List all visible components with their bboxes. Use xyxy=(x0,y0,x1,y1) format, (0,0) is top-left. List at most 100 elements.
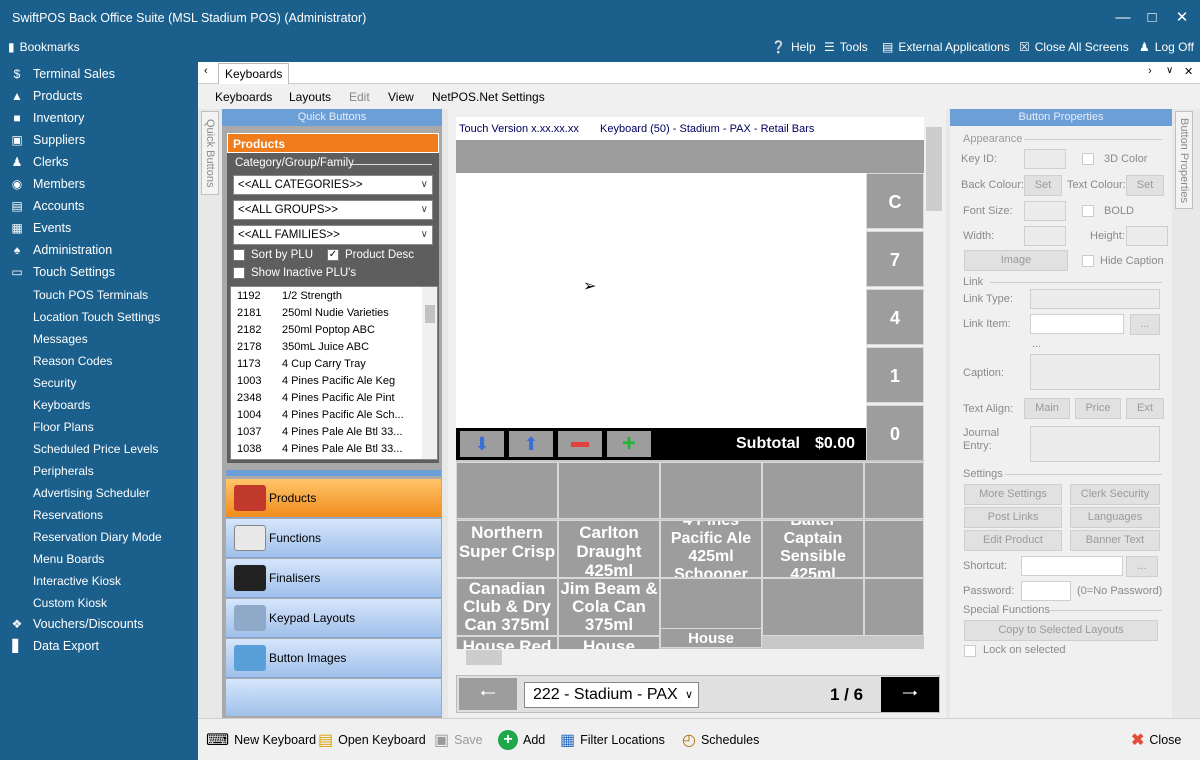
grid-key[interactable]: Jim Beam & Cola Can 375ml xyxy=(558,578,660,636)
nav-keypad-layouts[interactable]: Keypad Layouts xyxy=(226,599,441,638)
grid-key[interactable] xyxy=(558,462,660,519)
list-item[interactable]: 1003 4 Pines Pacific Ale Keg xyxy=(237,375,395,387)
sidebar-item-events[interactable]: ▦ Events xyxy=(10,221,71,235)
grid-key[interactable]: House xyxy=(558,636,660,649)
sidebar-sub-custom-kiosk[interactable]: Custom Kiosk xyxy=(33,596,107,610)
product-list[interactable]: 1192 1/2 Strength 2181 250ml Nudie Varieti… xyxy=(230,286,438,460)
list-item[interactable]: 1192 1/2 Strength xyxy=(237,290,342,302)
family-select[interactable]: <<ALL FAMILIES>> ∨ xyxy=(233,225,433,245)
menu-view[interactable]: View xyxy=(388,90,414,104)
sidebar-sub-menu-boards[interactable]: Menu Boards xyxy=(33,552,104,566)
arrow-down-icon[interactable]: ⬇ xyxy=(460,431,504,457)
tools-button[interactable]: ☰ Tools xyxy=(824,40,868,54)
font-size-select[interactable] xyxy=(1024,201,1066,221)
grid-key[interactable] xyxy=(864,520,924,578)
sidebar-sub-reason-codes[interactable]: Reason Codes xyxy=(33,354,112,368)
sidebar-item-products[interactable]: ▲ Products xyxy=(10,89,82,103)
link-item-input[interactable] xyxy=(1030,314,1124,334)
sidebar-sub-floor-plans[interactable]: Floor Plans xyxy=(33,420,94,434)
grid-key[interactable] xyxy=(864,578,924,636)
button-properties-vtab[interactable]: Button Properties xyxy=(1175,111,1193,209)
banner-text-button[interactable]: Banner Text xyxy=(1070,530,1160,551)
tab-keyboards[interactable]: Keyboards xyxy=(218,63,290,84)
journal-entry-input[interactable] xyxy=(1030,426,1160,462)
sidebar-item-terminal-sales[interactable]: $ Terminal Sales xyxy=(10,67,115,81)
open-keyboard-button[interactable]: ▤ Open Keyboard xyxy=(318,730,426,750)
shortcut-browse-button[interactable]: ... xyxy=(1126,556,1158,577)
sidebar-sub-reservation-diary-mode[interactable]: Reservation Diary Mode xyxy=(33,530,162,544)
grid-key[interactable]: House Red xyxy=(456,636,558,649)
sidebar-item-data-export[interactable]: ▋ Data Export xyxy=(10,639,99,653)
align-ext-button[interactable]: Ext xyxy=(1126,398,1164,419)
close-all-screens-button[interactable]: ☒ Close All Screens xyxy=(1019,40,1129,54)
schedules-button[interactable]: ◴ Schedules xyxy=(682,730,759,750)
arrow-up-icon[interactable]: ⬆ xyxy=(509,431,553,457)
splitter-handle[interactable] xyxy=(226,470,441,476)
vertical-scrollbar[interactable] xyxy=(926,117,942,649)
key-0[interactable]: 0 xyxy=(866,405,924,461)
tab-scroll-left-icon[interactable]: ‹ xyxy=(204,65,208,77)
plus-icon[interactable]: + xyxy=(607,431,651,457)
copy-to-selected-layouts-button[interactable]: Copy to Selected Layouts xyxy=(964,620,1158,641)
close-button[interactable]: ✖ Close xyxy=(1131,730,1181,750)
sidebar-sub-reservations[interactable]: Reservations xyxy=(33,508,103,522)
grid-key[interactable]: Northern Super Crisp xyxy=(456,520,558,578)
nav-functions[interactable]: Functions xyxy=(226,519,441,558)
menu-layouts[interactable]: Layouts xyxy=(289,90,331,104)
key-id-input[interactable] xyxy=(1024,149,1066,169)
menu-edit[interactable]: Edit xyxy=(349,90,370,104)
tab-close-icon[interactable]: ✕ xyxy=(1184,65,1193,78)
grid-key[interactable] xyxy=(660,462,762,519)
sidebar-sub-location-touch-settings[interactable]: Location Touch Settings xyxy=(33,310,160,324)
sidebar-sub-messages[interactable]: Messages xyxy=(33,332,88,346)
clerk-security-button[interactable]: Clerk Security xyxy=(1070,484,1160,505)
grid-key[interactable]: 4 Pines Pacific Ale 425ml Schooner xyxy=(660,520,762,578)
sidebar-sub-interactive-kiosk[interactable]: Interactive Kiosk xyxy=(33,574,121,588)
sidebar-item-administration[interactable]: ♠ Administration xyxy=(10,243,112,257)
tab-list-icon[interactable]: ∨ xyxy=(1166,65,1173,76)
key-4[interactable]: 4 xyxy=(866,289,924,345)
grid-key[interactable]: House xyxy=(660,628,762,648)
help-button[interactable]: ❔ Help xyxy=(771,40,816,54)
minimize-icon[interactable]: — xyxy=(1113,8,1133,28)
sidebar-item-members[interactable]: ◉ Members xyxy=(10,177,85,191)
show-inactive-checkbox[interactable]: Show Inactive PLU's xyxy=(233,267,356,279)
menu-keyboards[interactable]: Keyboards xyxy=(215,90,272,104)
close-window-icon[interactable]: ✕ xyxy=(1172,8,1192,28)
sidebar-sub-touch-pos-terminals[interactable]: Touch POS Terminals xyxy=(33,288,148,302)
sidebar-sub-keyboards[interactable]: Keyboards xyxy=(33,398,90,412)
caption-input[interactable] xyxy=(1030,354,1160,390)
link-type-select[interactable] xyxy=(1030,289,1160,309)
more-settings-button[interactable]: More Settings xyxy=(964,484,1062,505)
list-item[interactable]: 1173 4 Cup Carry Tray xyxy=(237,358,366,370)
product-desc-checkbox[interactable]: ✓ Product Desc xyxy=(327,249,414,261)
grid-key[interactable]: Carlton Draught 425ml xyxy=(558,520,660,578)
text-colour-set-button[interactable]: Set xyxy=(1126,175,1164,196)
key-1[interactable]: 1 xyxy=(866,347,924,403)
sidebar-item-vouchers[interactable]: ❖ Vouchers/Discounts xyxy=(10,617,144,631)
external-applications-button[interactable]: ▤ External Applications xyxy=(882,40,1010,54)
lock-on-selected-checkbox[interactable] xyxy=(964,645,976,660)
category-select[interactable]: <<ALL CATEGORIES>> ∨ xyxy=(233,175,433,195)
bold-checkbox[interactable] xyxy=(1082,205,1094,220)
list-scrollbar[interactable] xyxy=(422,287,437,459)
bookmarks-button[interactable]: ▮ Bookmarks xyxy=(8,40,80,54)
back-colour-set-button[interactable]: Set xyxy=(1024,175,1062,196)
align-price-button[interactable]: Price xyxy=(1075,398,1121,419)
grid-key[interactable] xyxy=(762,462,864,519)
scrollbar-thumb[interactable] xyxy=(425,305,435,323)
group-select[interactable]: <<ALL GROUPS>> ∨ xyxy=(233,200,433,220)
3d-color-checkbox[interactable] xyxy=(1082,153,1094,168)
height-select[interactable] xyxy=(1126,226,1168,246)
list-item[interactable]: 1038 4 Pines Pale Ale Btl 33... xyxy=(237,443,402,455)
sidebar-item-suppliers[interactable]: ▣ Suppliers xyxy=(10,133,85,147)
scrollbar-thumb[interactable] xyxy=(466,650,502,665)
add-button[interactable]: + Add xyxy=(498,730,545,750)
list-item[interactable]: 2182 250ml Poptop ABC xyxy=(237,324,375,336)
grid-key[interactable]: Balter Captain Sensible 425ml xyxy=(762,520,864,578)
key-clear[interactable]: C xyxy=(866,173,924,229)
sidebar-sub-advertising-scheduler[interactable]: Advertising Scheduler xyxy=(33,486,150,500)
next-page-icon[interactable]: 🠂 xyxy=(881,677,939,712)
new-keyboard-button[interactable]: ⌨ New Keyboard xyxy=(206,730,316,750)
log-off-button[interactable]: ♟ Log Off xyxy=(1139,40,1194,54)
